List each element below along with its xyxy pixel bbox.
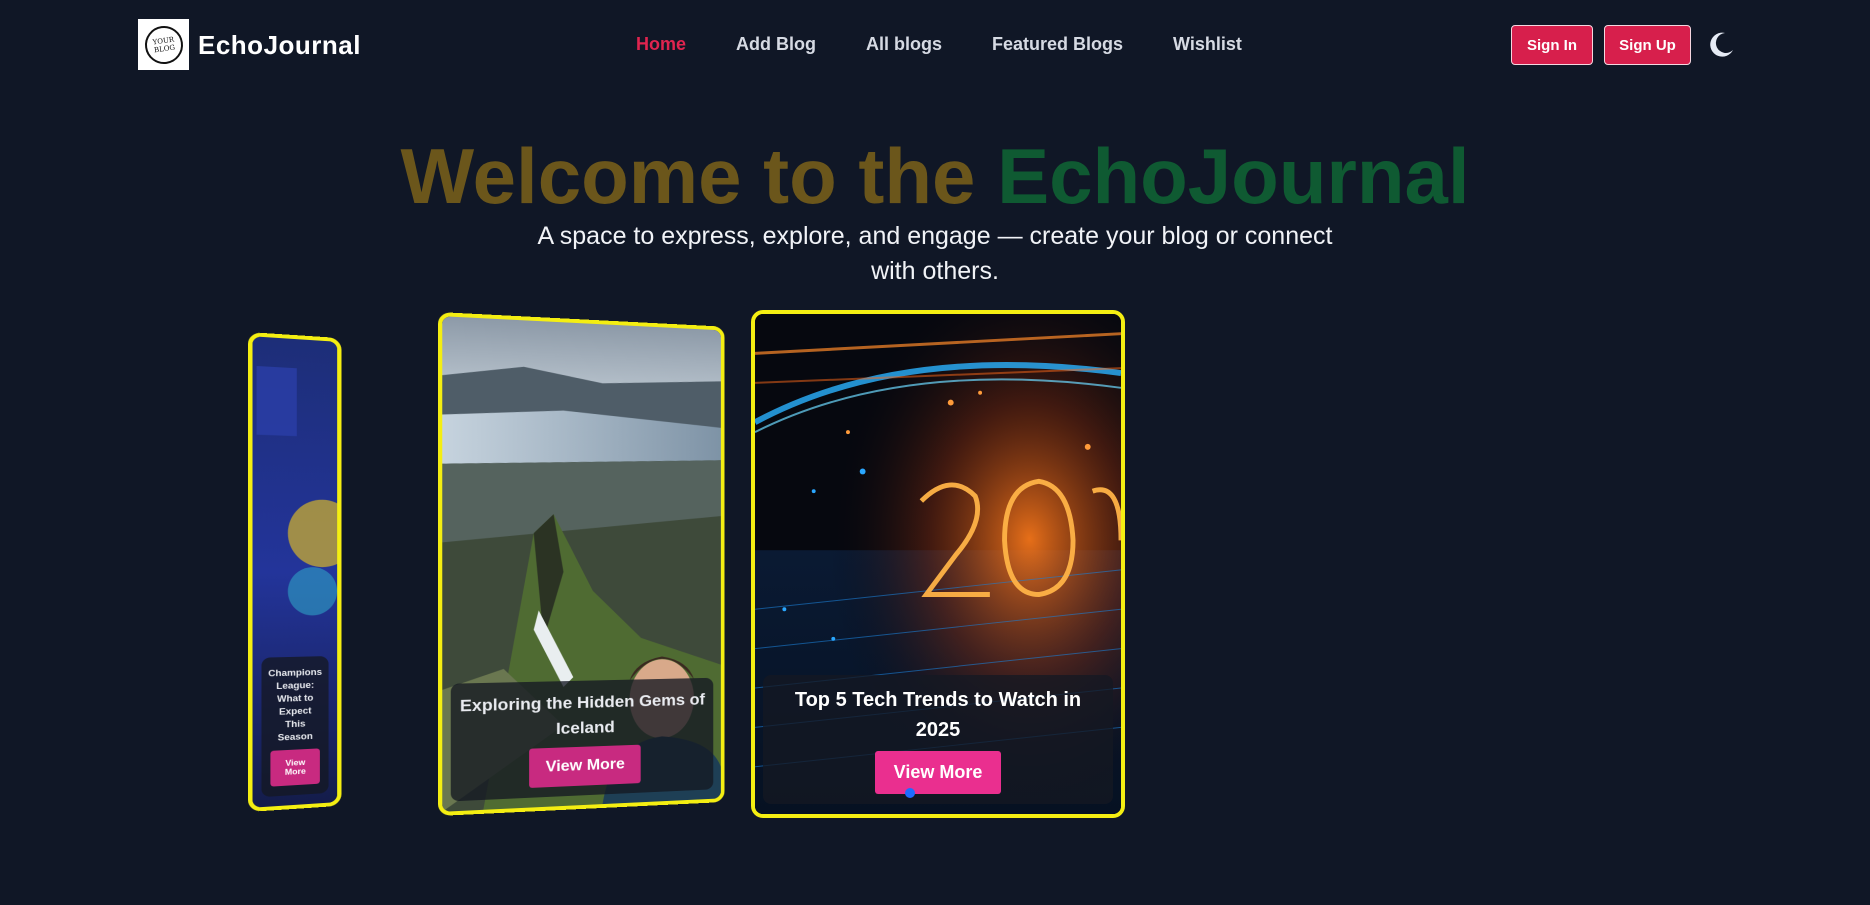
card-title: Exploring the Hidden Gems of Iceland: [459, 687, 705, 745]
moon-icon[interactable]: [1706, 30, 1736, 60]
card-title: Top 5 Tech Trends to Watch in 2025: [771, 685, 1105, 745]
carousel-card-tech-trends[interactable]: Top 5 Tech Trends to Watch in 2025 View …: [751, 310, 1125, 818]
nav-all-blogs[interactable]: All blogs: [866, 34, 942, 55]
sign-in-button[interactable]: Sign In: [1511, 25, 1593, 65]
card-overlay: Top 5 Tech Trends to Watch in 2025 View …: [763, 675, 1113, 804]
card-overlay: Exploring the Hidden Gems of Iceland Vie…: [451, 678, 713, 802]
view-more-button[interactable]: View More: [875, 751, 1002, 794]
carousel-pagination-dot[interactable]: [905, 788, 915, 798]
brand-name[interactable]: EchoJournal: [198, 30, 361, 61]
view-more-button[interactable]: View More: [529, 745, 640, 788]
card-title: Champions League: What to Expect This Se…: [268, 666, 322, 745]
carousel-card-iceland[interactable]: Exploring the Hidden Gems of Iceland Vie…: [438, 312, 725, 816]
nav-add-blog[interactable]: Add Blog: [736, 34, 816, 55]
carousel-card-champions[interactable]: Champions League: What to Expect This Se…: [248, 332, 341, 812]
main-menu: Home Add Blog All blogs Featured Blogs W…: [636, 34, 1292, 55]
sign-up-button[interactable]: Sign Up: [1604, 25, 1691, 65]
card-overlay: Champions League: What to Expect This Se…: [261, 656, 328, 797]
logo[interactable]: YOUR BLOG: [138, 19, 189, 70]
nav-wishlist[interactable]: Wishlist: [1173, 34, 1242, 55]
nav-featured-blogs[interactable]: Featured Blogs: [992, 34, 1123, 55]
navbar: YOUR BLOG EchoJournal Home Add Blog All …: [0, 0, 1870, 90]
logo-mark: YOUR BLOG: [142, 23, 185, 66]
blog-carousel: Champions League: What to Expect This Se…: [0, 310, 1870, 830]
hero-subtitle: A space to express, explore, and engage …: [535, 219, 1335, 289]
hero-title-welcome: Welcome to the: [400, 132, 997, 220]
view-more-button[interactable]: View More: [270, 748, 319, 786]
nav-home[interactable]: Home: [636, 34, 686, 55]
hero-title-brand: EchoJournal: [997, 132, 1469, 220]
hero-title: Welcome to the EchoJournal: [0, 132, 1870, 220]
